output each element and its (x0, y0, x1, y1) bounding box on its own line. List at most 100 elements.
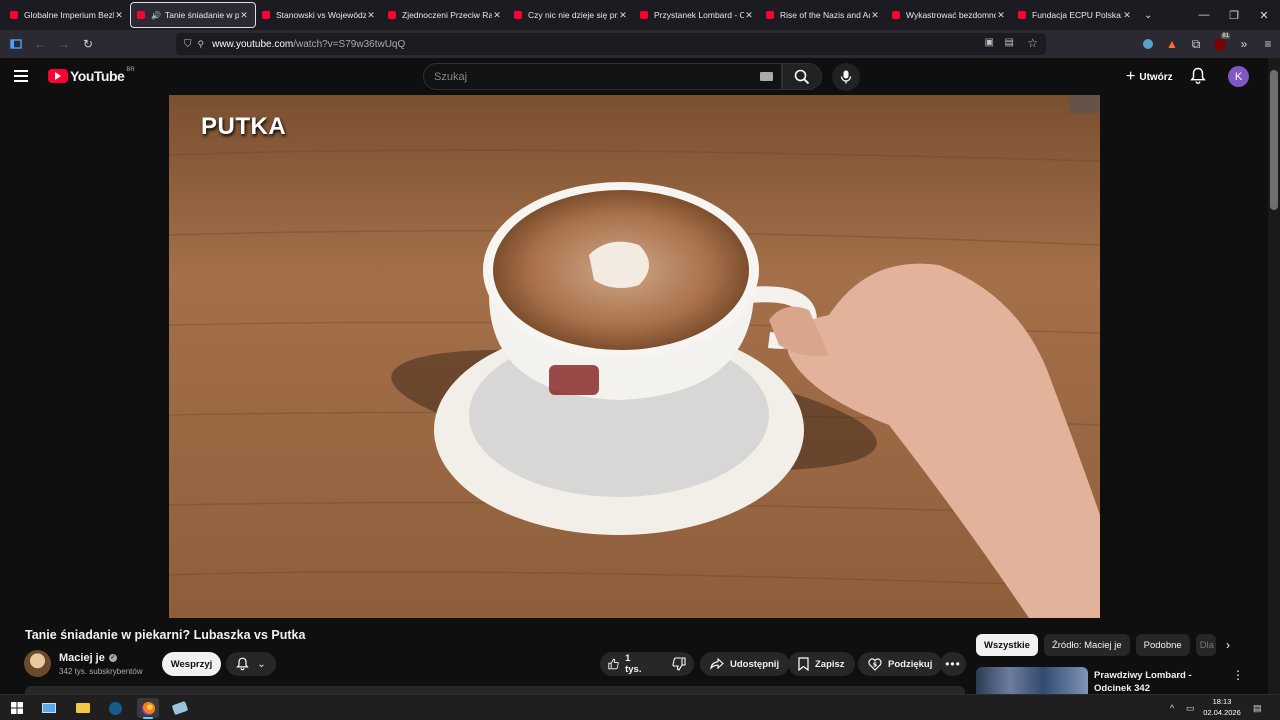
plus-icon: + (1126, 68, 1136, 85)
fox-extension-icon[interactable]: ▲ (1160, 32, 1184, 56)
tab-close-icon[interactable]: ✕ (1122, 10, 1132, 21)
channel-name[interactable]: Maciej je ✓ (59, 652, 117, 664)
save-button[interactable]: Zapisz (788, 652, 855, 676)
tab-audio-icon[interactable]: 🔊 (151, 11, 161, 20)
browser-tab[interactable]: Wykastrować bezdomno ✕ (886, 2, 1012, 28)
tab-close-icon[interactable]: ✕ (618, 10, 628, 21)
back-arrow-icon[interactable]: ← (28, 32, 52, 56)
video-frame-image (169, 95, 1100, 618)
chip-related[interactable]: Podobne (1135, 634, 1190, 656)
browser-tab[interactable]: Czy nic nie dzieje się prz ✕ (508, 2, 634, 28)
keyboard-icon[interactable] (760, 72, 773, 81)
minimize-icon[interactable]: — (1188, 0, 1220, 30)
reload-icon[interactable]: ↻ (76, 32, 100, 56)
picture-in-picture-icon[interactable]: ▣ (985, 37, 994, 48)
permissions-icon[interactable]: ⚲ (198, 39, 205, 50)
more-actions-button[interactable]: ••• (940, 652, 966, 676)
chips-next-chevron-icon[interactable]: › (1220, 638, 1236, 654)
page-scrollbar[interactable] (1268, 58, 1280, 694)
save-label: Zapisz (815, 658, 845, 670)
sidebar-toggle-icon[interactable] (4, 32, 28, 56)
search-button[interactable] (782, 63, 822, 90)
subscription-notifications-button[interactable]: ⌄ (226, 652, 276, 676)
tab-close-icon[interactable]: ✕ (239, 10, 249, 21)
windows-start-icon[interactable] (6, 698, 28, 718)
taskbar-clock[interactable]: 18:13 02.04.2026 (1200, 696, 1244, 718)
subscriber-count: 342 tys. subskrybentów (59, 667, 143, 676)
tray-overflow-chevron-icon[interactable]: ^ (1170, 698, 1174, 718)
browser-tab[interactable]: 🔊 Tanie śniadanie w pie ✕ (130, 2, 256, 28)
browser-tab[interactable]: Fundacja ECPU Polska: L ✕ (1012, 2, 1138, 28)
address-bar[interactable]: ⛉ ⚲ www.youtube.com/watch?v=S79w36twUqQ … (176, 33, 1046, 55)
recommended-video-thumbnail[interactable] (976, 667, 1088, 694)
tab-overflow-chevron-icon[interactable]: ⌄ (1144, 10, 1158, 21)
bookmark-icon (798, 657, 809, 671)
reader-view-icon[interactable]: ▤ (1005, 37, 1014, 48)
notifications-bell-icon[interactable] (1190, 67, 1210, 87)
like-button[interactable]: 1 tys. (600, 652, 652, 676)
browser-tab[interactable]: Rise of the Nazis and Ad ✕ (760, 2, 886, 28)
close-window-icon[interactable]: ✕ (1248, 0, 1280, 30)
app-taskbar-icon[interactable] (169, 698, 191, 718)
logo-region: BR (126, 67, 135, 73)
app-menu-icon[interactable]: ≡ (1256, 32, 1280, 56)
chip-all[interactable]: Wszystkie (976, 634, 1038, 656)
shield-icon[interactable]: ⛉ (184, 39, 192, 50)
chip-from-channel[interactable]: Źródło: Maciej je (1043, 634, 1130, 656)
network-icon[interactable]: ▭ (1186, 698, 1195, 718)
restore-icon[interactable]: ❐ (1218, 0, 1250, 30)
youtube-favicon-icon (1018, 11, 1026, 19)
bookmark-star-icon[interactable]: ☆ (1027, 36, 1038, 50)
tab-close-icon[interactable]: ✕ (870, 10, 880, 21)
like-count: 1 tys. (625, 653, 642, 675)
description-box[interactable] (25, 686, 965, 694)
tab-close-icon[interactable]: ✕ (366, 10, 376, 21)
recommended-video-menu-icon[interactable]: ⋮ (1232, 668, 1244, 684)
browser-tab[interactable]: Zjednoczeni Przeciw Ras ✕ (382, 2, 508, 28)
scrollbar-thumb[interactable] (1270, 70, 1278, 210)
forward-arrow-icon[interactable]: → (52, 32, 76, 56)
this-pc-icon[interactable] (38, 698, 60, 718)
tab-close-icon[interactable]: ✕ (744, 10, 754, 21)
search-icon (794, 69, 810, 84)
tab-title: Fundacja ECPU Polska: L (1032, 10, 1122, 20)
search-input[interactable]: Szukaj (423, 63, 782, 90)
share-icon (710, 658, 724, 670)
channel-avatar[interactable] (24, 650, 51, 677)
tab-close-icon[interactable]: ✕ (114, 10, 124, 21)
browser-tab[interactable]: Stanowski vs Wojewódzk ✕ (256, 2, 382, 28)
tab-title: Tanie śniadanie w pie (164, 10, 239, 20)
share-button[interactable]: Udostępnij (700, 652, 790, 676)
youtube-logo[interactable]: YouTube BR (48, 67, 135, 84)
firefox-taskbar-icon[interactable] (137, 698, 159, 719)
video-title: Tanie śniadanie w piekarni? Lubaszka vs … (25, 628, 306, 642)
tab-list: Globalne Imperium Bezk ✕ 🔊 Tanie śniadanie … (4, 2, 1138, 28)
microphone-icon (840, 70, 852, 84)
support-button[interactable]: Wesprzyj (162, 652, 221, 676)
more-tools-chevron-icon[interactable]: » (1232, 32, 1256, 56)
video-player[interactable]: PUTKA (169, 95, 1100, 618)
browser-tab[interactable]: Globalne Imperium Bezk ✕ (4, 2, 130, 28)
thanks-button[interactable]: $ Podziękuj (858, 652, 943, 676)
browser-tab[interactable]: Przystanek Lombard - Od ✕ (634, 2, 760, 28)
youtube-favicon-icon (137, 11, 145, 19)
tab-close-icon[interactable]: ✕ (996, 10, 1006, 21)
share-label: Udostępnij (730, 658, 780, 670)
chip-for-you[interactable]: Dla (1195, 634, 1216, 656)
file-explorer-icon[interactable] (72, 698, 94, 718)
tab-close-icon[interactable]: ✕ (492, 10, 502, 21)
steam-icon[interactable] (104, 698, 126, 718)
windows-taskbar: ^ ▭ 18:13 02.04.2026 ▤ (0, 694, 1280, 720)
voice-search-button[interactable] (832, 63, 860, 91)
create-button[interactable]: + Utwórz (1116, 64, 1183, 90)
guide-menu-icon[interactable] (14, 67, 34, 87)
privacy-extension-icon[interactable] (1136, 32, 1160, 56)
tab-title: Rise of the Nazis and Ad (780, 10, 870, 20)
account-avatar[interactable]: K (1228, 66, 1249, 87)
search-placeholder: Szukaj (434, 70, 468, 83)
ublock-icon[interactable]: 81 (1208, 32, 1232, 56)
dislike-button[interactable] (664, 652, 694, 676)
notification-center-icon[interactable]: ▤ (1253, 698, 1262, 718)
extensions-puzzle-icon[interactable]: ⧉ (1184, 32, 1208, 56)
youtube-favicon-icon (766, 11, 774, 19)
